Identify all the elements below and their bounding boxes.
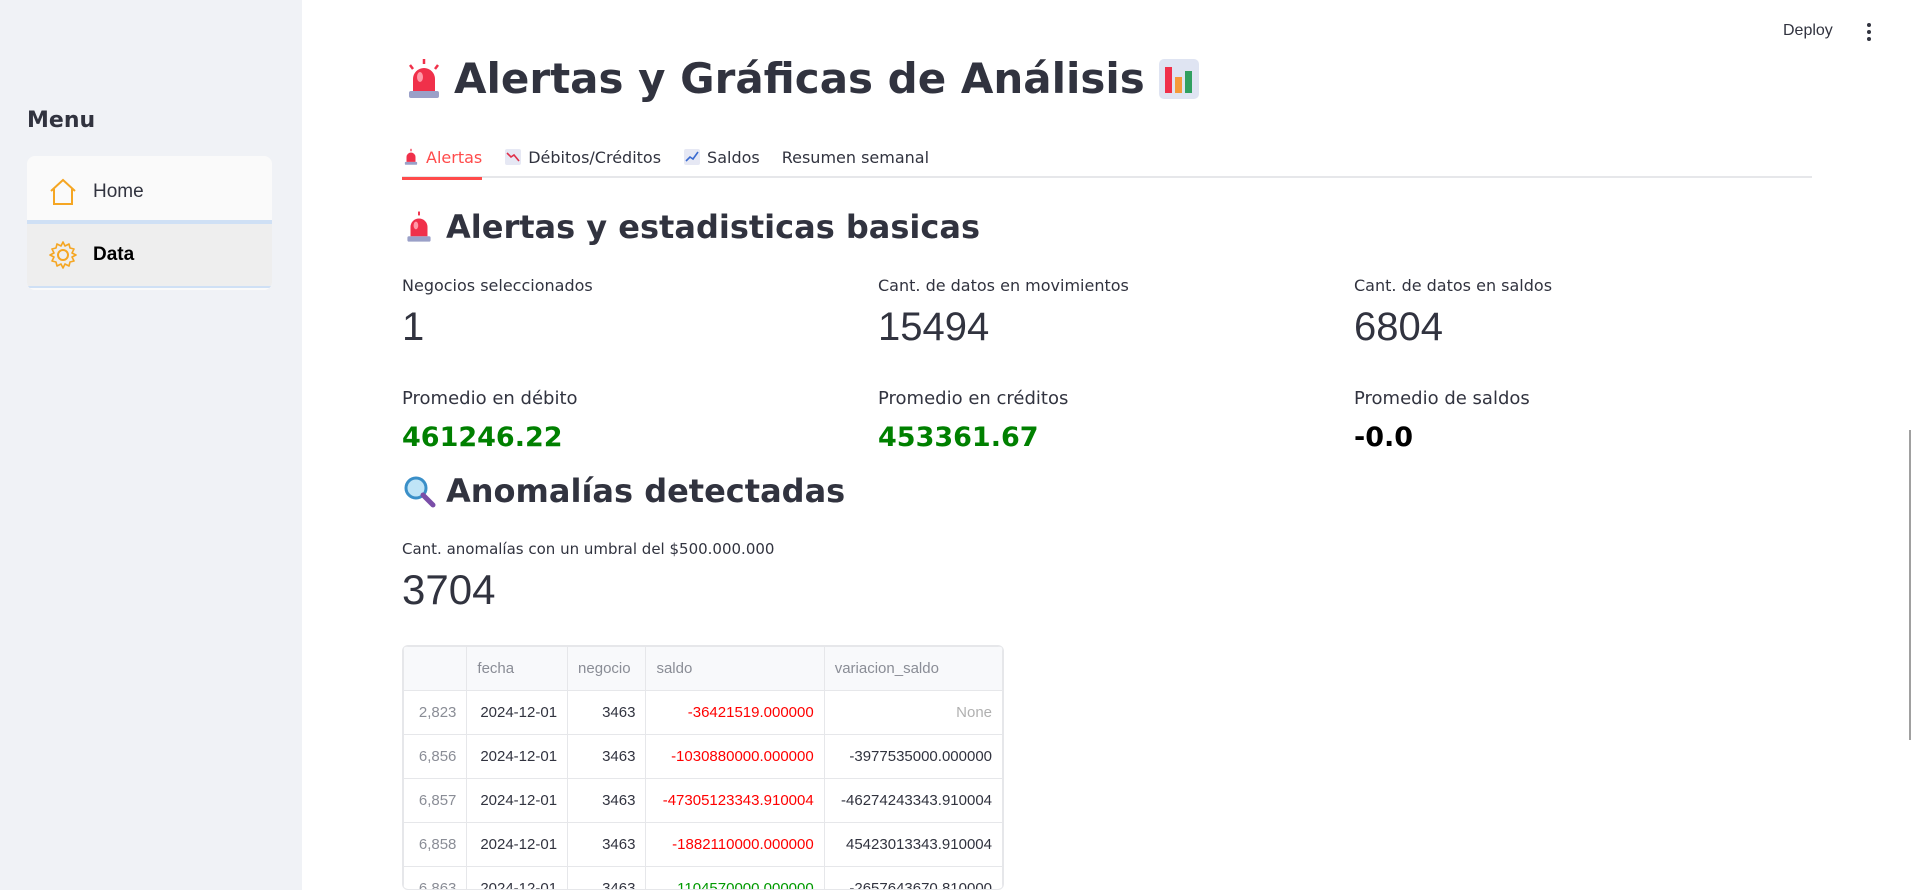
column-header-fecha[interactable]: fecha (466, 646, 569, 691)
section-title: Anomalías detectadas (446, 472, 846, 510)
metric-label: Cant. de datos en saldos (1354, 276, 1553, 295)
cell-variacion-saldo: -2657643670.810000 (823, 866, 1003, 889)
gear-icon (49, 241, 77, 269)
cell-fecha: 2024-12-01 (466, 822, 569, 867)
average-label: Promedio en créditos (878, 388, 1069, 409)
column-header-variacion-saldo[interactable]: variacion_saldo (823, 646, 1003, 691)
row-index: 6,857 (403, 778, 468, 823)
cell-negocio: 3463 (567, 734, 647, 779)
menu-card: Home Data (27, 156, 272, 290)
cell-fecha: 2024-12-01 (466, 690, 569, 735)
sidebar-item-label: Home (93, 181, 144, 202)
cell-negocio: 3463 (567, 690, 647, 735)
table-row[interactable]: 6,863 2024-12-01 3463 1104570000.000000 … (403, 866, 1003, 889)
cell-saldo: -47305123343.910004 (645, 778, 825, 823)
cell-variacion-saldo: -46274243343.910004 (823, 778, 1003, 823)
tab-saldos[interactable]: Saldos (683, 136, 760, 178)
section-title: Alertas y estadisticas basicas (446, 208, 980, 246)
table-header-row: fecha negocio saldo variacion_saldo (403, 646, 1003, 691)
row-index: 2,823 (403, 690, 468, 735)
cell-saldo: -36421519.000000 (645, 690, 825, 735)
row-index: 6,858 (403, 822, 468, 867)
sidebar: Menu Home Data (0, 0, 302, 890)
cell-fecha: 2024-12-01 (466, 734, 569, 779)
kebab-menu-icon[interactable] (1862, 20, 1876, 46)
deploy-button[interactable]: Deploy (1783, 22, 1833, 40)
tab-resumen-semanal[interactable]: Resumen semanal (782, 136, 929, 178)
chart-increasing-icon (684, 149, 701, 165)
tab-bar: Alertas Débitos/Créditos Saldos Resumen … (402, 136, 1812, 180)
metric-negocios: Negocios seleccionados 1 (402, 276, 862, 350)
metric-movimientos: Cant. de datos en movimientos 15494 (878, 276, 1338, 350)
sidebar-item-label: Data (93, 244, 135, 265)
metric-label: Cant. de datos en movimientos (878, 276, 1129, 295)
home-icon (50, 178, 76, 205)
sidebar-item-home[interactable]: Home (27, 162, 272, 222)
cell-variacion-saldo: None (823, 690, 1003, 735)
cell-saldo: -1882110000.000000 (645, 822, 825, 867)
metric-saldos: Cant. de datos en saldos 6804 (1354, 276, 1814, 350)
anomaly-count-label: Cant. anomalías con un umbral del $500.0… (402, 540, 775, 558)
column-header-negocio[interactable]: negocio (567, 646, 647, 691)
table-row[interactable]: 6,858 2024-12-01 3463 -1882110000.000000… (403, 822, 1003, 867)
cell-negocio: 3463 (567, 866, 647, 889)
siren-icon (404, 148, 418, 165)
table-row[interactable]: 2,823 2024-12-01 3463 -36421519.000000 N… (403, 690, 1003, 735)
average-debito: Promedio en débito (402, 388, 862, 409)
anomaly-count-value: 3704 (402, 566, 496, 613)
cell-negocio: 3463 (567, 778, 647, 823)
section-heading-alertas: Alertas y estadisticas basicas (402, 208, 980, 246)
section-heading-anomalias: Anomalías detectadas (402, 472, 845, 510)
sidebar-item-data[interactable]: Data (27, 220, 272, 288)
siren-icon (407, 211, 431, 242)
average-saldos: Promedio de saldos (1354, 388, 1814, 409)
cell-saldo: -1030880000.000000 (645, 734, 825, 779)
tab-label: Débitos/Créditos (528, 147, 662, 167)
average-value: 461246.22 (402, 422, 563, 453)
menu-title: Menu (27, 108, 96, 133)
table-row[interactable]: 6,856 2024-12-01 3463 -1030880000.000000… (403, 734, 1003, 779)
average-value: 453361.67 (878, 422, 1039, 453)
tab-label: Alertas (426, 147, 483, 167)
average-value: -0.0 (1354, 422, 1414, 453)
page-title: Alertas y Gráficas de Análisis (402, 54, 1201, 103)
bar-chart-icon (1158, 58, 1199, 99)
metric-value: 6804 (1354, 305, 1443, 349)
siren-icon (409, 58, 439, 98)
metric-value: 1 (402, 305, 425, 349)
column-header-saldo[interactable]: saldo (645, 646, 825, 691)
average-label: Promedio en débito (402, 388, 578, 409)
average-creditos: Promedio en créditos (878, 388, 1338, 409)
column-header-index[interactable] (403, 646, 468, 691)
cell-variacion-saldo: -3977535000.000000 (823, 734, 1003, 779)
row-index: 6,856 (403, 734, 468, 779)
metric-value: 15494 (878, 305, 990, 349)
tab-label: Saldos (707, 147, 760, 167)
chart-decreasing-icon (505, 149, 522, 165)
anomalies-table[interactable]: fecha negocio saldo variacion_saldo 2,82… (402, 645, 1004, 890)
tab-label: Resumen semanal (781, 147, 930, 167)
tab-debitos-creditos[interactable]: Débitos/Créditos (504, 136, 661, 178)
tab-alertas[interactable]: Alertas (402, 136, 483, 180)
cell-fecha: 2024-12-01 (466, 778, 569, 823)
page-title-text: Alertas y Gráficas de Análisis (454, 54, 1145, 103)
cell-fecha: 2024-12-01 (466, 866, 569, 889)
magnifier-icon (404, 476, 436, 508)
table-row[interactable]: 6,857 2024-12-01 3463 -47305123343.91000… (403, 778, 1003, 823)
row-index: 6,863 (403, 866, 468, 889)
cell-negocio: 3463 (567, 822, 647, 867)
average-label: Promedio de saldos (1354, 388, 1530, 409)
cell-variacion-saldo: 45423013343.910004 (823, 822, 1003, 867)
cell-saldo: 1104570000.000000 (645, 866, 825, 889)
metric-label: Negocios seleccionados (402, 276, 593, 295)
